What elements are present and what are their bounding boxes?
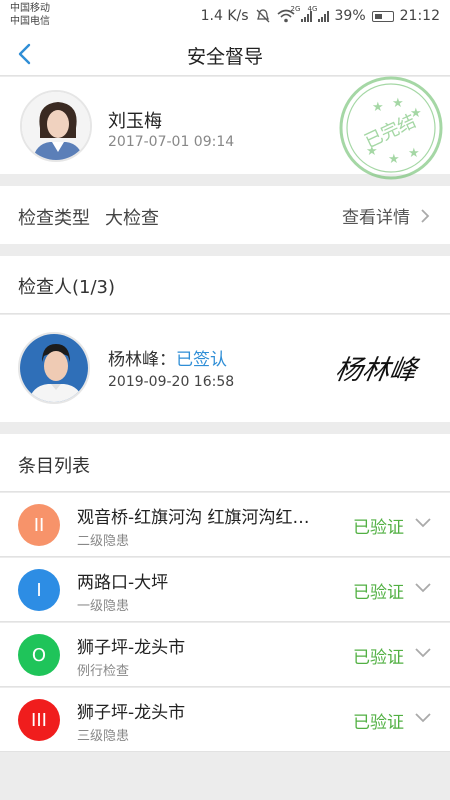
page-title: 安全督导 bbox=[186, 46, 263, 68]
hazard-level-badge: O bbox=[18, 634, 60, 676]
inspectors-title: 检查人(1/3) bbox=[18, 277, 116, 298]
chevron-down-icon[interactable] bbox=[414, 582, 432, 594]
svg-text:★: ★ bbox=[372, 100, 384, 115]
list-item[interactable]: III 狮子坪-龙头市 三级隐患 已验证 bbox=[0, 688, 450, 752]
chevron-down-icon[interactable] bbox=[414, 712, 432, 724]
carrier-2: 中国电信 bbox=[10, 16, 50, 27]
inspector-sign-status: 已签认 bbox=[176, 350, 227, 370]
nav-bar: 安全督导 bbox=[0, 32, 450, 76]
item-title: 狮子坪-龙头市 bbox=[77, 703, 186, 723]
item-title: 两路口-大坪 bbox=[77, 573, 169, 593]
item-list-header: 条目列表 bbox=[0, 434, 450, 492]
creator-card: 刘玉梅 2017-07-01 09:14 ★ ★ ★ ★ ★ ★ 已完结 bbox=[0, 76, 450, 180]
inspector-name: 杨林峰： bbox=[108, 350, 176, 370]
item-title: 狮子坪-龙头市 bbox=[77, 638, 186, 658]
chevron-down-icon[interactable] bbox=[414, 647, 432, 659]
battery-icon bbox=[371, 10, 394, 22]
svg-text:★: ★ bbox=[388, 152, 400, 167]
status-bar: 中国移动 中国电信 1.4 K/s 2G 4G 39% 21:12 bbox=[0, 0, 450, 32]
list-item[interactable]: II 观音桥-红旗河沟 红旗河沟红… 二级隐患 已验证 bbox=[0, 493, 450, 557]
network-type-1: 2G bbox=[290, 5, 301, 13]
creator-datetime: 2017-07-01 09:14 bbox=[108, 134, 235, 150]
signature-text: 杨林峰 bbox=[336, 355, 422, 386]
inspection-type-value: 大检查 bbox=[105, 208, 159, 229]
view-details-link[interactable]: 查看详情 bbox=[342, 203, 430, 228]
hazard-level-badge: III bbox=[18, 699, 60, 741]
signature-image: 杨林峰 bbox=[336, 355, 422, 386]
inspector-datetime: 2019-09-20 16:58 bbox=[108, 374, 235, 390]
item-subtitle: 三级隐患 bbox=[77, 729, 130, 744]
inspection-type-row[interactable]: 检查类型 大检查 查看详情 bbox=[0, 186, 450, 244]
network-type-2: 4G bbox=[307, 5, 318, 13]
person-photo-icon bbox=[22, 92, 90, 160]
mute-icon bbox=[256, 9, 269, 23]
item-list-title: 条目列表 bbox=[18, 456, 90, 477]
carrier-info: 中国移动 中国电信 bbox=[10, 2, 50, 28]
item-subtitle: 一级隐患 bbox=[77, 599, 130, 614]
svg-text:★: ★ bbox=[392, 96, 404, 111]
hazard-level-badge: I bbox=[18, 569, 60, 611]
item-subtitle: 二级隐患 bbox=[77, 534, 130, 549]
item-subtitle: 例行检查 bbox=[77, 664, 130, 679]
status-icons: 1.4 K/s 2G 4G 39% 21:12 bbox=[200, 5, 440, 25]
item-status: 已验证 bbox=[353, 713, 404, 733]
inspector-name-line: 杨林峰：已签认 bbox=[108, 345, 227, 370]
item-title: 观音桥-红旗河沟 红旗河沟红… bbox=[77, 508, 310, 528]
list-item[interactable]: O 狮子坪-龙头市 例行检查 已验证 bbox=[0, 623, 450, 687]
completed-stamp-icon: ★ ★ ★ ★ ★ ★ 已完结 bbox=[339, 76, 443, 180]
battery-percent: 39% bbox=[334, 8, 366, 24]
svg-text:★: ★ bbox=[408, 146, 420, 161]
inspection-type-label: 检查类型 bbox=[18, 208, 90, 229]
chevron-right-icon bbox=[421, 208, 430, 223]
item-status: 已验证 bbox=[353, 583, 404, 603]
creator-avatar bbox=[20, 90, 92, 162]
inspector-row: 杨林峰：已签认 2019-09-20 16:58 杨林峰 bbox=[0, 315, 450, 422]
person-photo-icon bbox=[20, 334, 88, 402]
item-status: 已验证 bbox=[353, 648, 404, 668]
chevron-down-icon[interactable] bbox=[414, 517, 432, 529]
hazard-level-badge: II bbox=[18, 504, 60, 546]
list-item[interactable]: I 两路口-大坪 一级隐患 已验证 bbox=[0, 558, 450, 622]
creator-name: 刘玉梅 bbox=[108, 111, 162, 132]
inspectors-header: 检查人(1/3) bbox=[0, 256, 450, 314]
clock: 21:12 bbox=[399, 8, 440, 24]
signal-icon-2: 4G bbox=[308, 5, 329, 22]
view-details-label: 查看详情 bbox=[342, 208, 410, 228]
item-status: 已验证 bbox=[353, 518, 404, 538]
inspector-avatar bbox=[18, 332, 90, 404]
network-speed: 1.4 K/s bbox=[200, 8, 249, 24]
carrier-1: 中国移动 bbox=[10, 3, 50, 14]
